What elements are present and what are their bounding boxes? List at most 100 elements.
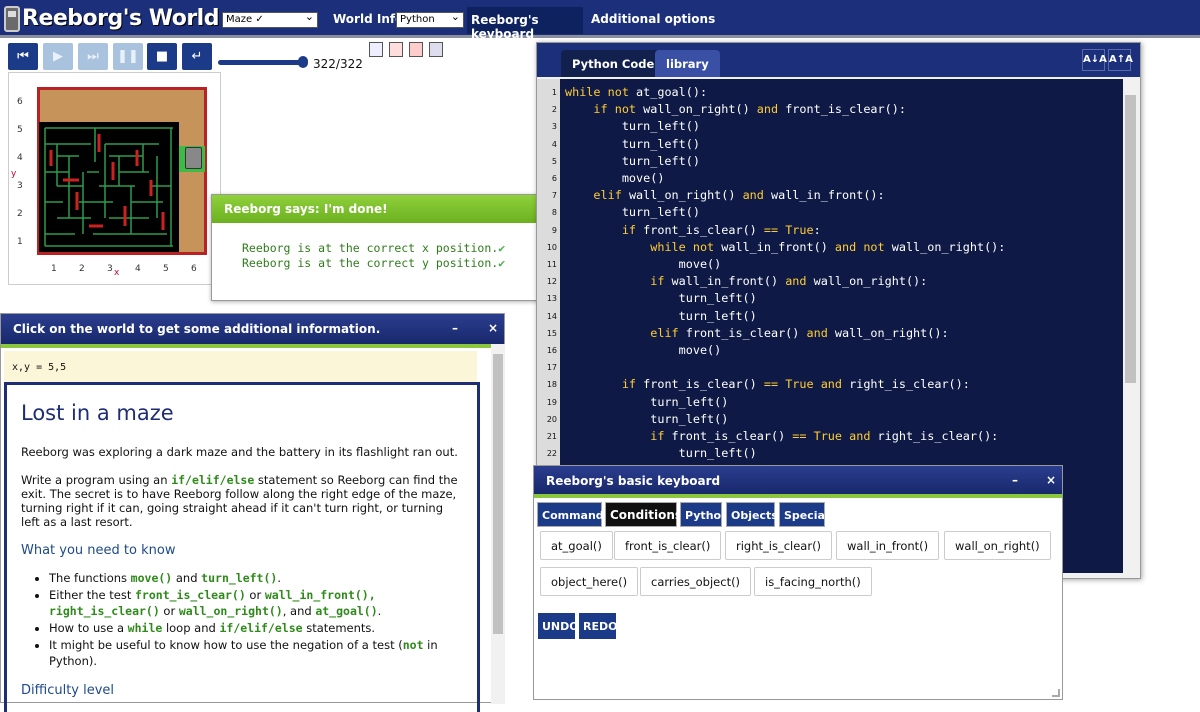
keyboard-title: Reeborg's basic keyboard (546, 474, 721, 488)
tab-python-code[interactable]: Python Code (561, 50, 666, 77)
instructions-text: Write a program using an if/elif/else st… (21, 473, 458, 529)
tab-python[interactable]: Python (680, 502, 729, 527)
line-number: 11 (546, 260, 557, 269)
reload-icon: ⏮ (17, 49, 29, 64)
redo-button[interactable]: REDO (579, 613, 617, 639)
wall-on-right-button[interactable]: wall_on_right() (944, 531, 1051, 560)
keyboard-button[interactable]: Reeborg's keyboard (467, 7, 583, 41)
world-title: Lost in a maze (21, 401, 174, 425)
tab-library[interactable]: library (655, 50, 720, 77)
stop-button[interactable]: ■ (147, 43, 177, 70)
font-decrease-button[interactable]: A↓A (1082, 49, 1107, 71)
info-panel-header: Click on the world to get some additiona… (1, 314, 504, 344)
dialog-title: Reeborg says: I'm done! (224, 202, 388, 216)
code-line: turn_left() (565, 153, 700, 168)
line-number: 22 (546, 449, 557, 459)
line-number: 13 (546, 294, 557, 304)
info-panel-title: Click on the world to get some additiona… (13, 322, 381, 336)
x-tick: 6 (191, 264, 197, 274)
done-dialog: Reeborg says: I'm done! × Reeborg is at … (211, 194, 566, 301)
check-icon: ✔ (498, 241, 506, 255)
keyboard-header: Reeborg's basic keyboard – × (534, 466, 1062, 494)
line-number: 21 (546, 432, 557, 441)
y-tick: 6 (17, 97, 23, 107)
step-button[interactable]: ⏭ (78, 43, 108, 70)
code-line: turn_left() (565, 205, 700, 220)
pause-button[interactable]: ❚❚ (113, 43, 143, 70)
right-is-clear-button[interactable]: right_is_clear() (725, 531, 833, 560)
resize-grip-icon[interactable] (1052, 689, 1060, 697)
difficulty-heading: Difficulty level (21, 683, 115, 698)
object-here-button[interactable]: object_here() (540, 567, 639, 596)
world-info-button[interactable]: World Info (333, 12, 403, 26)
code-line: turn_left() (565, 308, 757, 323)
line-number: 4 (551, 139, 557, 149)
keyboard-close-button[interactable]: × (1046, 473, 1056, 487)
tab-conditions[interactable]: Conditions (605, 502, 682, 527)
world-select[interactable]: Maze ✓ (222, 10, 318, 28)
code-line: turn_left() (565, 411, 729, 426)
tab-objects[interactable]: Objects (726, 502, 778, 527)
run-button[interactable]: ▶ (43, 43, 73, 70)
y-tick: 3 (17, 181, 23, 191)
close-button[interactable]: × (488, 321, 498, 335)
dialog-header: Reeborg says: I'm done! × (212, 195, 565, 223)
carries-object-button[interactable]: carries_object() (640, 567, 752, 596)
font-increase-button[interactable]: A↑A (1108, 49, 1133, 71)
return-icon: ↵ (191, 49, 203, 64)
code-line: if front_is_clear() == True: (621, 222, 821, 237)
minimize-button[interactable]: – (452, 321, 458, 335)
wall-in-front-button[interactable]: wall_in_front() (836, 531, 940, 560)
check-icon: ✔ (498, 256, 506, 270)
reload-button[interactable]: ⏮ (8, 43, 38, 70)
code-line: if front_is_clear() == True and right_is… (650, 429, 999, 443)
app-title: Reeborg's World (22, 6, 219, 31)
line-number: 12 (546, 277, 557, 287)
x-tick: 5 (163, 264, 169, 274)
step-slider-track[interactable] (218, 60, 304, 65)
list-item: How to use a while loop and if/elif/else… (49, 620, 463, 636)
maze-walls (44, 127, 173, 247)
is-facing-north-button[interactable]: is_facing_north() (754, 567, 872, 596)
front-is-clear-button[interactable]: front_is_clear() (614, 531, 722, 560)
code-line: elif front_is_clear() and wall_on_right(… (650, 325, 949, 340)
keyboard-minimize-button[interactable]: – (1012, 473, 1018, 487)
code-line: while not at_goal(): (565, 85, 708, 99)
line-number: 20 (546, 414, 557, 424)
list-item: It might be useful to know how to use th… (49, 637, 463, 669)
edit-world-tool-icon[interactable] (429, 42, 443, 57)
step-icon: ⏭ (87, 49, 99, 64)
y-tick: 4 (17, 153, 23, 163)
tab-special[interactable]: Special (779, 502, 829, 527)
info-accent-bar (1, 344, 491, 348)
pause-icon: ❚❚ (117, 49, 139, 64)
return-button[interactable]: ↵ (182, 43, 212, 70)
line-number: 3 (551, 122, 557, 132)
step-slider-handle[interactable] (298, 56, 308, 68)
line-number: 1 (551, 88, 557, 97)
dialog-message: Reeborg is at the correct x position.✔ (242, 241, 506, 255)
code-line: turn_left() (565, 119, 700, 134)
world-info-panel: Click on the world to get some additiona… (0, 313, 505, 712)
y-tick: 1 (17, 237, 23, 247)
additional-options-button[interactable]: Additional options (591, 12, 715, 26)
x-tick: 1 (51, 264, 57, 274)
clear-world-tool-icon[interactable] (389, 42, 403, 57)
clear-highlight-tool-icon[interactable] (409, 42, 423, 57)
y-tick: 5 (17, 125, 23, 135)
info-scrollbar-thumb[interactable] (493, 354, 503, 634)
language-select[interactable]: Python (396, 10, 464, 28)
line-number: 2 (551, 105, 557, 115)
x-tick: 2 (79, 264, 85, 274)
editor-scrollbar-thumb[interactable] (1125, 95, 1136, 383)
tab-commands[interactable]: Commands (537, 502, 610, 527)
line-number: 7 (551, 191, 557, 201)
line-number: 17 (546, 363, 557, 373)
line-number: 8 (551, 208, 557, 218)
intro-text: Reeborg was exploring a dark maze and th… (21, 445, 458, 459)
x-tick: 3 (107, 264, 113, 274)
world-robot-tool-icon[interactable] (369, 42, 383, 57)
at-goal-button[interactable]: at_goal() (540, 531, 613, 560)
line-number: 18 (546, 380, 557, 390)
undo-button[interactable]: UNDO (538, 613, 579, 639)
